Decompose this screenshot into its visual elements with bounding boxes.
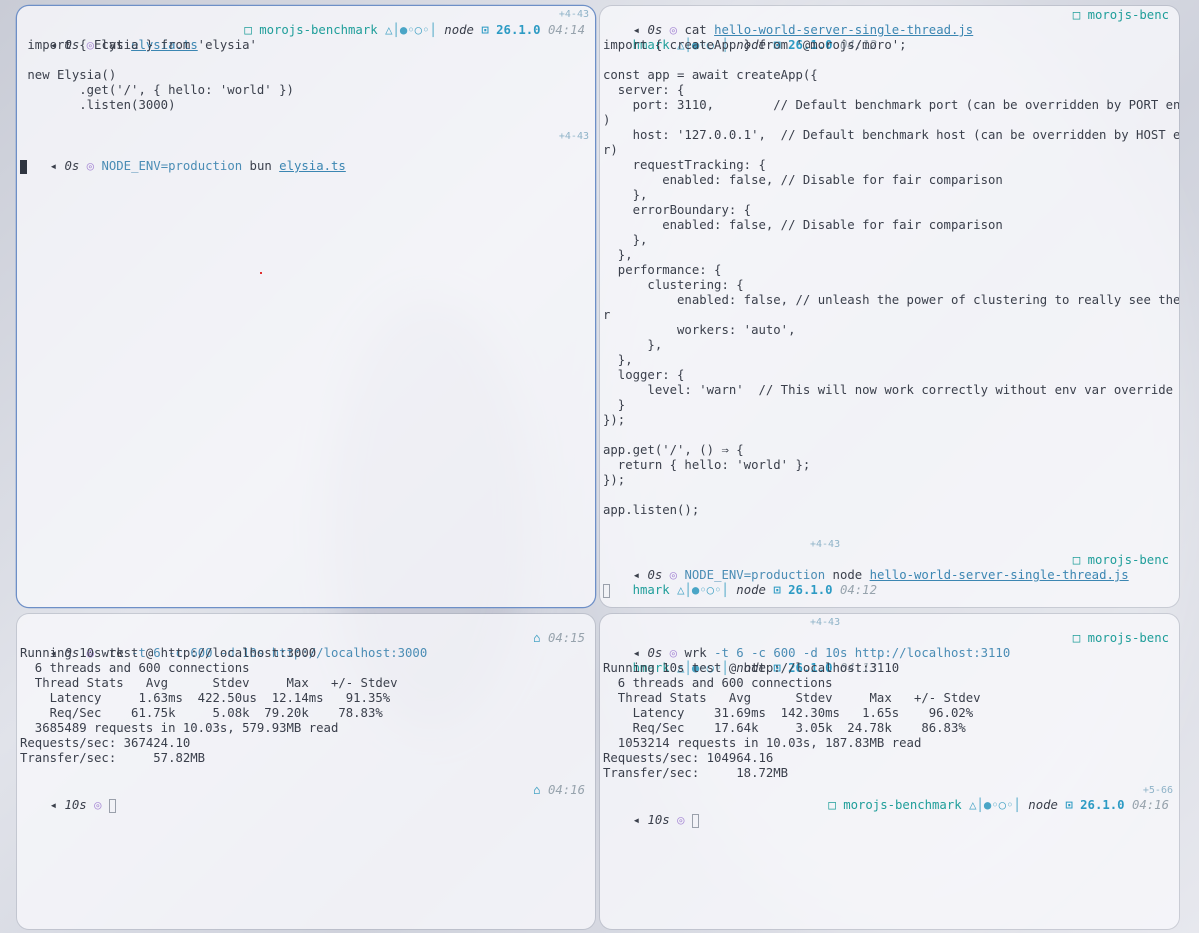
terminal-pane-elysia-source[interactable]: +4-43 ◂ 0s ◎ cat elysia.ts □ morojs-benc… — [17, 6, 595, 607]
terminal-line: clustering: { — [603, 278, 744, 292]
terminal-line: Req/Sec 17.64k 3.05k 24.78k 86.83% — [603, 721, 966, 735]
terminal-line: logger: { — [603, 368, 685, 382]
repo-square-icon: □ — [1072, 553, 1081, 567]
git-delta: +4-43 — [558, 9, 589, 20]
prompt-line-wrap: hmark △│●◦○◦│ node ⊡ 26.1.0 04:12 — [632, 38, 877, 52]
terminal-line: performance: { — [603, 263, 722, 277]
terminal-pane-wrk-moro[interactable]: +4-43 ◂ 0s ◎ wrk -t 6 -c 600 -d 10s http… — [600, 614, 1179, 929]
git-status: △│●◦○◦│ — [385, 23, 437, 37]
terminal-line: requestTracking: { — [603, 158, 766, 172]
terminal-pane-moro-source[interactable]: ◂ 0s ◎ cat hello-world-server-single-thr… — [600, 6, 1179, 607]
terminal-line: }, — [603, 353, 633, 367]
text-cursor — [603, 583, 610, 598]
cursor-line[interactable] — [603, 583, 1175, 598]
home-icon: ⌂ — [533, 631, 541, 645]
terminal-line: const app = await createApp({ — [603, 68, 818, 82]
terminal-line: workers: 'auto', — [603, 323, 796, 337]
terminal-line: r — [603, 308, 611, 322]
terminal-line: 6 threads and 600 connections — [603, 676, 833, 690]
terminal-line: r) — [603, 143, 618, 157]
terminal-line: }, — [603, 188, 648, 202]
terminal-line: level: 'warn' // This will now work corr… — [603, 383, 1174, 397]
terminal-line: }, — [603, 233, 648, 247]
terminal-line: 3685489 requests in 10.03s, 579.93MB rea… — [20, 721, 339, 735]
git-delta: +4-43 — [558, 131, 589, 142]
prompt-line: ◂ 0s ◎ cat hello-world-server-single-thr… — [632, 8, 1169, 37]
terminal-line: return { hello: 'world' }; — [603, 458, 811, 472]
text-cursor[interactable] — [691, 813, 699, 828]
git-delta: +4-43 — [810, 617, 841, 628]
repo-square-icon: □ — [1072, 631, 1081, 645]
mouse-pointer-dot — [260, 272, 262, 274]
terminal-line: host: '127.0.0.1', // Default benchmark … — [603, 128, 1179, 142]
terminal-line: }); — [603, 413, 626, 427]
prompt-right-status: □ morojs-benchmark △│●◦○◦│ node ⊡ 26.1.0… — [244, 23, 585, 37]
prompt-line: ◂ 10s ◎ □ morojs-benchmark △│●◦○◦│ node … — [632, 798, 1169, 828]
terminal-line: Thread Stats Avg Stdev Max +/- Stdev — [20, 676, 398, 690]
circle-dot-icon: ◎ — [677, 813, 685, 827]
terminal-line: }); — [603, 473, 626, 487]
terminal-line: 6 threads and 600 connections — [20, 661, 250, 675]
arrow-left-icon: ◂ — [632, 813, 641, 827]
terminal-line: Transfer/sec: 18.72MB — [603, 766, 789, 780]
terminal-line: import { Elysia } from 'elysia' — [20, 38, 257, 52]
prompt-line-wrap: hmark △│●◦○◦│ node ⊡ 26.1.0 04:12 — [632, 583, 877, 597]
prompt-line: ◂ 0s ◎ NODE_ENV=production bun elysia.ts — [49, 159, 346, 173]
node-icon: ⊡ — [1065, 798, 1073, 812]
prompt-line: ◂ 0s ◎ cat elysia.ts □ morojs-benchmark … — [49, 23, 585, 52]
node-icon: ⊡ — [481, 23, 489, 37]
git-status: △│●◦○◦│ — [969, 798, 1021, 812]
prompt-line-wrap: hmark △│●◦○◦│ node ⊡ 26.1.0 04:13 — [632, 661, 877, 675]
terminal-line: ) — [603, 113, 611, 127]
text-cursor — [20, 159, 27, 174]
prompt-line: ◂ 0s ◎ wrk -t 6 -c 600 -d 10s http://loc… — [632, 631, 1169, 660]
terminal-line: Req/Sec 61.75k 5.08k 79.20k 78.83% — [20, 706, 383, 720]
terminal-line: import { createApp } from '@morojs/moro'… — [603, 38, 907, 52]
terminal-line: } — [603, 398, 626, 412]
terminal-line: Requests/sec: 367424.10 — [20, 736, 191, 750]
repo-square-icon: □ — [244, 23, 252, 37]
terminal-line: .get('/', { hello: 'world' }) — [20, 83, 294, 97]
text-cursor[interactable] — [108, 798, 116, 813]
terminal-line: Requests/sec: 104964.16 — [603, 751, 774, 765]
terminal-line: Running 10s test @ http://localhost:3000 — [20, 646, 317, 660]
terminal-line: enabled: false, // Disable for fair comp… — [603, 173, 1003, 187]
terminal-line: Running 10s test @ http://localhost:3110 — [603, 661, 900, 675]
terminal-line: Thread Stats Avg Stdev Max +/- Stdev — [603, 691, 981, 705]
git-delta: +4-43 — [810, 539, 841, 550]
terminal-line: }, — [603, 248, 633, 262]
prompt-line: ◂ 10s ◎ ⌂ 04:16 — [49, 783, 585, 813]
terminal-line: app.get('/', () ⇒ { — [603, 443, 744, 457]
terminal-line: 1053214 requests in 10.03s, 187.83MB rea… — [603, 736, 922, 750]
git-delta: +5-66 — [1142, 785, 1173, 796]
terminal-line: server: { — [603, 83, 685, 97]
arrow-left-icon: ◂ — [49, 798, 58, 812]
home-icon: ⌂ — [533, 783, 541, 797]
terminal-line: app.listen(); — [603, 503, 700, 517]
terminal-pane-wrk-elysia[interactable]: ◂ 0s ◎ wrk -t 6 -c 600 -d 10s http://loc… — [17, 614, 595, 929]
cursor-line[interactable] — [20, 159, 591, 174]
terminal-line: port: 3110, // Default benchmark port (c… — [603, 98, 1179, 112]
terminal-line: Transfer/sec: 57.82MB — [20, 751, 206, 765]
repo-square-icon: □ — [828, 798, 836, 812]
terminal-line: Latency 1.63ms 422.50us 12.14ms 91.35% — [20, 691, 391, 705]
terminal-line: errorBoundary: { — [603, 203, 752, 217]
terminal-line: }, — [603, 338, 663, 352]
terminal-line: .listen(3000) — [20, 98, 176, 112]
terminal-line: enabled: false, // unleash the power of … — [603, 293, 1179, 307]
terminal-line: enabled: false, // Disable for fair comp… — [603, 218, 1003, 232]
prompt-line: ◂ 0s ◎ NODE_ENV=production node hello-wo… — [632, 553, 1169, 582]
repo-square-icon: □ — [1072, 8, 1081, 22]
prompt-line: ◂ 0s ◎ wrk -t 6 -c 600 -d 10s http://loc… — [49, 631, 585, 660]
terminal-line: Latency 31.69ms 142.30ms 1.65s 96.02% — [603, 706, 974, 720]
terminal-line: new Elysia() — [20, 68, 117, 82]
circle-dot-icon: ◎ — [94, 798, 102, 812]
